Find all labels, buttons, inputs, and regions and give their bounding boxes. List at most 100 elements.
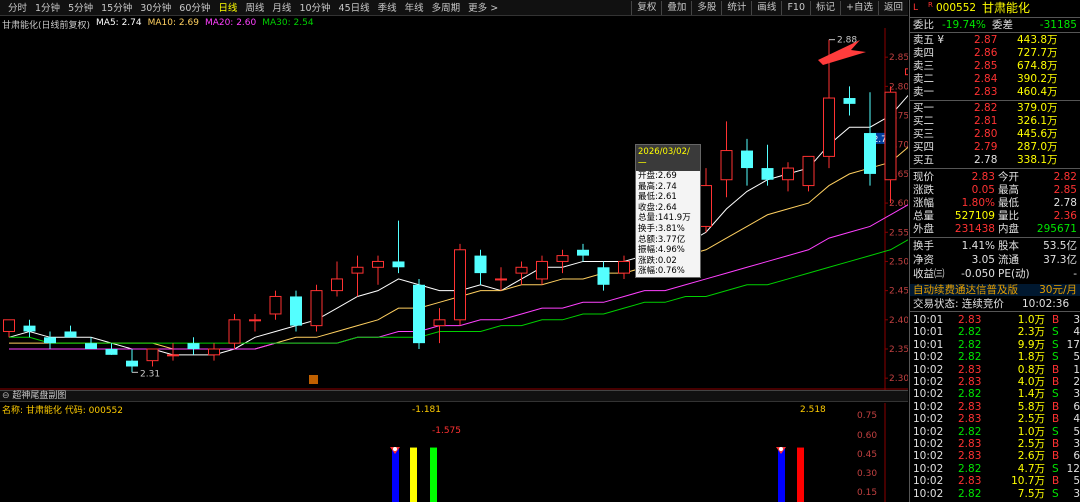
quote-code: 000552 [936,2,977,14]
tab-11[interactable]: 季线 [374,2,401,15]
candle-body[interactable] [556,255,569,262]
candle-body[interactable] [741,150,753,169]
candle-body[interactable] [515,266,528,274]
tick-volume: 2.3万 [1017,326,1045,339]
bid-price: 2.81 [974,115,998,127]
tool-button-8[interactable]: 返回 [877,1,908,15]
candle-body[interactable] [3,319,15,332]
candle-body[interactable] [269,295,282,315]
candle-body[interactable] [823,97,835,157]
stat-value-2: 295671 [1036,223,1077,235]
candle-body[interactable] [802,155,815,187]
tool-button-0[interactable]: 复权 [631,1,661,15]
tab-14[interactable]: 更多 > [464,2,502,15]
tool-buttons: 复权 叠加 多股 统计 画线 F10 标记 +自选 返回 [631,1,908,15]
tick-time: 10:02 [913,487,944,500]
bid-row: 买三 2.80 445.6万 [910,128,1080,140]
tab-1[interactable]: 1分钟 [31,2,64,15]
candle-body[interactable] [208,348,220,356]
candle-body[interactable] [577,249,589,256]
candle-body[interactable] [64,331,77,338]
candle-body[interactable] [864,133,876,174]
tab-3[interactable]: 15分钟 [97,2,136,15]
candle-body[interactable] [105,348,118,355]
tab-8[interactable]: 月线 [268,2,295,15]
ask-label: 卖五 ¥ [913,34,945,46]
candle-body[interactable] [413,284,425,344]
price-tick-label: 2.50 [889,257,908,267]
promo-text: 自动续费通达信普及版 [913,284,1018,296]
tool-button-5[interactable]: F10 [781,1,810,15]
candle-body[interactable] [700,185,712,227]
tab-12[interactable]: 年线 [401,2,428,15]
candle-body[interactable] [228,319,241,344]
stat-label-2: 内盘 [998,223,1019,235]
candle-body[interactable] [85,343,97,349]
signal-bar [410,447,417,502]
candle-body[interactable] [372,260,384,268]
sub-axis-label: 0.45 [857,450,877,460]
tick-side: S [1052,425,1059,438]
candle-body[interactable] [126,360,138,367]
tab-9[interactable]: 10分钟 [295,2,334,15]
event-marker-icon[interactable] [309,375,318,384]
period-toolbar: 分时 1分钟 5分钟 15分钟 30分钟 60分钟 日线 周线 月线 10分钟 45日线 季线 年线 多周… [0,0,908,16]
candle-body[interactable] [331,278,343,292]
stat-value: 1.80% [961,197,995,209]
tab-5[interactable]: 60分钟 [175,2,214,15]
candle-body[interactable] [351,266,364,274]
tab-7[interactable]: 周线 [241,2,268,15]
ask-label: 卖二 [913,73,934,85]
candle-body[interactable] [618,260,630,274]
candle-body[interactable] [474,255,487,274]
tool-button-1[interactable]: 叠加 [661,1,691,15]
bid-price: 2.79 [974,141,998,153]
candle-body[interactable] [433,319,446,327]
candle-body[interactable] [310,290,323,327]
candle-body[interactable] [782,167,794,181]
tool-button-6[interactable]: 标记 [810,1,840,15]
candle-body[interactable] [454,249,466,321]
candle-body[interactable] [843,98,856,104]
stat-value: 527109 [954,210,995,222]
candle-body[interactable] [761,168,774,180]
stat2-label-2: 流通 [998,254,1019,266]
stat-label: 总量 [913,210,934,222]
candle-body[interactable] [720,150,733,181]
indicator-subchart[interactable]: 0.75 0.60 0.45 0.30 0.15 -1.181 -1.575 2.518 [0,403,908,502]
candle-body[interactable] [495,278,507,281]
tool-button-2[interactable]: 多股 [691,1,721,15]
candle-body[interactable] [23,325,36,332]
candle-body[interactable] [392,261,405,268]
promo-row[interactable]: 自动续费通达信普及版 30元/月 [910,284,1080,296]
tab-4[interactable]: 30分钟 [136,2,175,15]
tab-0[interactable]: 分时 [4,2,31,15]
price-tick-label: 2.60 [889,199,908,209]
candle-body[interactable] [290,296,302,326]
tool-button-3[interactable]: 统计 [721,1,751,15]
panel-r-icon[interactable]: R [928,0,933,13]
candlestick-chart[interactable]: 2.852.802.752.702.652.602.552.502.452.40… [0,28,908,390]
tick-time: 10:02 [913,351,944,364]
collapse-icon[interactable]: ⊖ [2,391,12,401]
candle-body[interactable] [146,348,159,362]
candle-body[interactable] [905,68,909,76]
candle-body[interactable] [249,319,261,322]
panel-l-icon[interactable]: L [913,0,918,16]
tab-6[interactable]: 日线 [214,2,241,15]
candle-body[interactable] [536,260,548,280]
candle-body[interactable] [597,267,610,285]
candle-body[interactable] [187,343,200,349]
tab-13[interactable]: 多周期 [428,2,465,15]
tick-time: 10:02 [913,376,944,388]
stat2-value: -0.050 [961,268,995,280]
tab-10[interactable]: 45日线 [335,2,374,15]
tool-button-7[interactable]: +自选 [840,1,878,15]
bid-price: 2.80 [974,128,998,140]
tab-2[interactable]: 5分钟 [64,2,97,15]
candle-body[interactable] [884,91,897,181]
tool-button-4[interactable]: 画线 [751,1,781,15]
candle-body[interactable] [44,337,56,344]
subchart-title[interactable]: ⊖ 超神尾盘副图 [2,390,66,402]
candle-body[interactable] [167,354,179,357]
